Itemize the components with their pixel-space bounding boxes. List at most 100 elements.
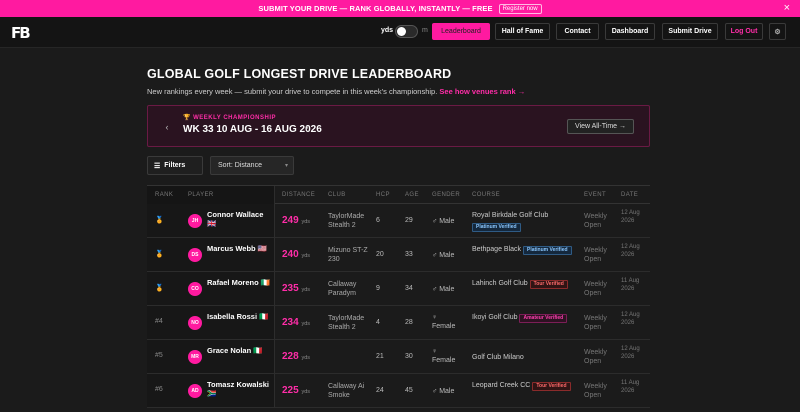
- course-cell[interactable]: Lahinch Golf Club Tour Verified: [472, 278, 580, 289]
- flag-icon: 🇮🇹: [259, 312, 269, 321]
- handicap-value: 20: [376, 251, 384, 258]
- course-cell[interactable]: Leopard Creek CC Tour Verified: [472, 380, 580, 391]
- sticky-cell-bg: [147, 340, 275, 373]
- distance-value: 235 yds: [282, 283, 310, 294]
- table-row[interactable]: 🏅 CO Rafael Moreno 🇮🇪 235 yds Callaway Parad…: [147, 272, 650, 306]
- club-name: Mizuno ST-Z 230: [328, 247, 368, 263]
- avatar[interactable]: NO: [188, 316, 202, 330]
- chevron-left-icon[interactable]: ‹: [160, 120, 174, 134]
- course-name: Lahinch Golf Club: [472, 280, 528, 287]
- player-name-text: Grace Nolan: [207, 346, 252, 355]
- avatar[interactable]: CO: [188, 282, 202, 296]
- table-row[interactable]: #5 MR Grace Nolan 🇮🇹 228 yds 21 30 ♀ Female Gol…: [147, 340, 650, 374]
- event-name: Weekly Open: [584, 213, 607, 229]
- page-title: GLOBAL GOLF LONGEST DRIVE LEADERBOARD: [147, 67, 452, 81]
- handicap-value: 4: [376, 319, 380, 326]
- page-subtitle: New rankings every week — submit your dr…: [147, 87, 525, 96]
- course-cell[interactable]: Royal Birkdale Golf Club Platinum Verifi…: [472, 210, 580, 232]
- player-name[interactable]: Marcus Webb 🇺🇸: [207, 244, 273, 253]
- age-value: 33: [405, 251, 413, 258]
- rank-number: #4: [155, 318, 163, 325]
- gender-value: ♀ Female: [432, 348, 456, 364]
- distance-number: 249: [282, 215, 299, 226]
- course-cell[interactable]: Bethpage Black Platinum Verified: [472, 244, 580, 255]
- header-club[interactable]: CLUB: [328, 192, 346, 198]
- units-alt-label: m: [422, 27, 428, 34]
- avatar[interactable]: JH: [188, 214, 202, 228]
- table-row[interactable]: 🏅 JH Connor Wallace 🇬🇧 249 yds TaylorMade St…: [147, 204, 650, 238]
- logo[interactable]: FB: [11, 24, 31, 42]
- promo-banner: SUBMIT YOUR DRIVE — RANK GLOBALLY, INSTA…: [0, 0, 800, 17]
- units-toggle[interactable]: [395, 25, 418, 38]
- medal-icon: 🏅: [155, 217, 164, 224]
- distance-value: 225 yds: [282, 385, 310, 396]
- sticky-cell-bg: [147, 306, 275, 339]
- event-name: Weekly Open: [584, 383, 607, 399]
- avatar[interactable]: MR: [188, 350, 202, 364]
- nav-dashboard[interactable]: Dashboard: [605, 23, 655, 40]
- header-age[interactable]: AGE: [405, 192, 419, 198]
- player-name[interactable]: Isabella Rossi 🇮🇹: [207, 312, 273, 321]
- player-name[interactable]: Tomasz Kowalski 🇿🇦: [207, 380, 273, 398]
- player-name[interactable]: Connor Wallace 🇬🇧: [207, 210, 273, 228]
- table-row[interactable]: #6 AD Tomasz Kowalski 🇿🇦 225 yds Callaway Ai…: [147, 374, 650, 408]
- event-name: Weekly Open: [584, 349, 607, 365]
- nav-hall-of-fame[interactable]: Hall of Fame: [495, 23, 550, 40]
- date-value: 12 Aug 2026: [621, 210, 640, 224]
- logout-button[interactable]: Log Out: [725, 23, 763, 40]
- table-row[interactable]: #4 NO Isabella Rossi 🇮🇹 234 yds TaylorMade S…: [147, 306, 650, 340]
- date-value: 12 Aug 2026: [621, 346, 640, 360]
- course-cell[interactable]: Ikoyi Golf Club Amateur Verified: [472, 312, 580, 323]
- subtitle-text: New rankings every week — submit your dr…: [147, 87, 438, 96]
- distance-unit: yds: [301, 253, 311, 259]
- rank-number: #6: [155, 386, 163, 393]
- header-date[interactable]: DATE: [621, 192, 638, 198]
- venues-rank-link[interactable]: See how venues rank →: [439, 87, 525, 96]
- avatar[interactable]: DS: [188, 248, 202, 262]
- nav-leaderboard[interactable]: Leaderboard: [432, 23, 490, 40]
- filters-label: Filters: [164, 162, 186, 169]
- club-name: TaylorMade Stealth 2: [328, 315, 365, 331]
- club-name: Callaway Paradym: [328, 281, 357, 297]
- header-course[interactable]: COURSE: [472, 192, 500, 198]
- nav-contact[interactable]: Contact: [556, 23, 599, 40]
- units-label: yds: [381, 27, 394, 34]
- table-header: RANK PLAYER DISTANCE CLUB HCP AGE GENDER…: [147, 185, 650, 205]
- distance-value: 228 yds: [282, 351, 310, 362]
- nav-submit-drive[interactable]: Submit Drive: [662, 23, 718, 40]
- course-cell[interactable]: Golf Club Milano: [472, 352, 580, 363]
- header-rank[interactable]: RANK: [155, 192, 173, 198]
- view-all-time-button[interactable]: View All-Time →: [567, 119, 634, 134]
- date-value: 12 Aug 2026: [621, 244, 640, 258]
- banner-text: SUBMIT YOUR DRIVE — RANK GLOBALLY, INSTA…: [258, 4, 493, 13]
- sort-select[interactable]: Sort: Distance ▾: [210, 156, 294, 175]
- distance-unit: yds: [301, 389, 311, 395]
- filters-button[interactable]: ☰ Filters: [147, 156, 203, 175]
- header-hcp[interactable]: HCP: [376, 192, 390, 198]
- header-gender[interactable]: GENDER: [432, 192, 460, 198]
- player-name-text: Rafael Moreno: [207, 278, 259, 287]
- header-distance[interactable]: DISTANCE: [282, 192, 315, 198]
- player-name[interactable]: Rafael Moreno 🇮🇪: [207, 278, 273, 287]
- distance-value: 249 yds: [282, 215, 310, 226]
- gear-icon[interactable]: ⚙: [769, 23, 786, 40]
- header-event[interactable]: EVENT: [584, 192, 606, 198]
- verification-badge: Amateur Verified: [519, 314, 568, 323]
- flag-icon: 🇮🇹: [253, 346, 263, 355]
- table-row[interactable]: 🏅 DS Marcus Webb 🇺🇸 240 yds Mizuno ST-Z 230 2…: [147, 238, 650, 272]
- sort-label: Sort: Distance: [218, 162, 262, 169]
- club-name: TaylorMade Stealth 2: [328, 213, 365, 229]
- register-link[interactable]: Register now: [498, 3, 542, 14]
- avatar[interactable]: AD: [188, 384, 202, 398]
- close-icon[interactable]: ×: [784, 2, 790, 14]
- header-player[interactable]: PLAYER: [188, 192, 214, 198]
- course-name: Leopard Creek CC: [472, 382, 531, 389]
- gender-value: ♂ Male: [432, 252, 455, 259]
- verification-badge: Tour Verified: [532, 382, 571, 391]
- date-value: 12 Aug 2026: [621, 312, 640, 326]
- player-name[interactable]: Grace Nolan 🇮🇹: [207, 346, 273, 355]
- event-name: Weekly Open: [584, 315, 607, 331]
- gender-value: ♂ Male: [432, 286, 455, 293]
- gender-value: ♂ Male: [432, 218, 455, 225]
- chevron-right-icon[interactable]: ›: [300, 120, 314, 134]
